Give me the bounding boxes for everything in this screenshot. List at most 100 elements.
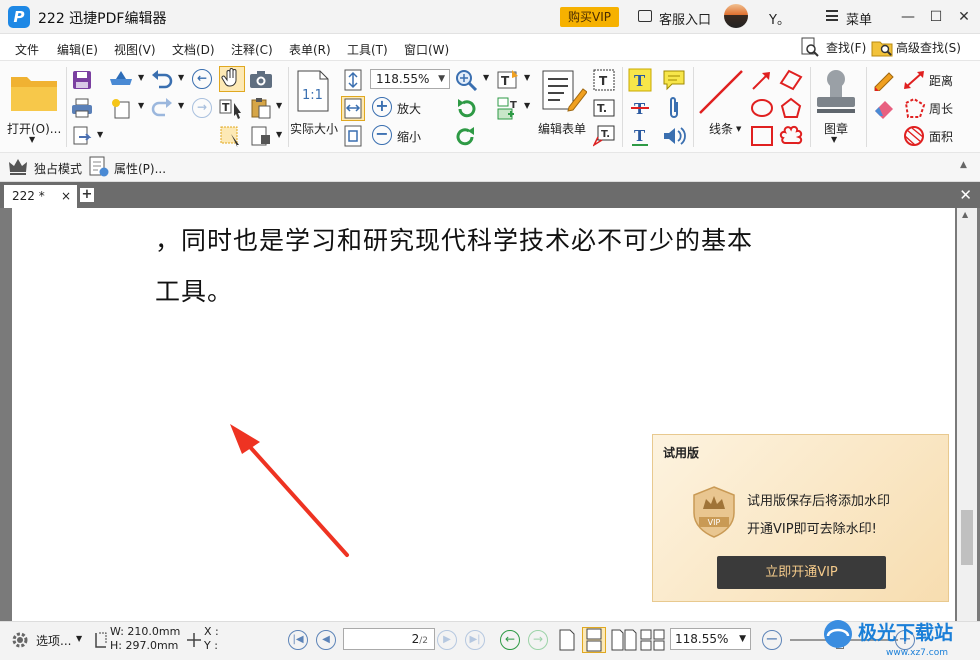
form-field-dropdown-icon[interactable]: ▼ (524, 101, 530, 110)
magnifier-icon[interactable] (455, 69, 479, 91)
cloud-dropdown-icon[interactable]: ▼ (138, 73, 144, 82)
menu-comment[interactable]: 注释(C) (231, 41, 273, 58)
print-icon[interactable] (71, 97, 93, 119)
zoom-select[interactable]: 118.55% ▼ (370, 69, 450, 89)
form-field-icon[interactable]: T (496, 96, 520, 122)
sticky-note-icon[interactable] (662, 69, 686, 91)
single-page-icon[interactable] (558, 629, 576, 651)
area-icon[interactable] (902, 125, 926, 147)
zoom-out-slider-icon[interactable]: − (762, 630, 782, 650)
select-text-icon[interactable]: T (219, 97, 245, 119)
zoom-in-icon[interactable]: + (372, 97, 392, 117)
line-dropdown-icon[interactable]: ▼ (736, 125, 741, 133)
tab-close-icon[interactable]: × (61, 185, 71, 208)
stamp-icon[interactable] (813, 67, 859, 115)
snapshot-icon[interactable] (249, 69, 273, 89)
redo-dropdown-icon[interactable]: ▼ (178, 101, 184, 110)
arrow-tool-icon[interactable] (751, 69, 773, 91)
perimeter-icon[interactable] (902, 97, 926, 119)
properties-icon[interactable] (88, 156, 110, 178)
actual-size-icon[interactable]: 1:1 (296, 69, 330, 113)
underline-text-icon[interactable]: T (629, 125, 651, 147)
buy-vip-button[interactable]: 购买VIP (560, 7, 619, 27)
options-button[interactable]: 选项... (36, 632, 71, 649)
new-dropdown-icon[interactable]: ▼ (138, 101, 144, 110)
status-zoom-select[interactable]: 118.55% ▼ (670, 628, 751, 650)
previous-page-icon[interactable]: ◀ (316, 630, 336, 650)
advanced-find-button[interactable]: 高级查找(S) (896, 39, 961, 56)
save-icon[interactable] (71, 69, 93, 91)
actual-size-button[interactable]: 实际大小 (290, 120, 338, 137)
export-icon[interactable] (71, 125, 93, 147)
hamburger-menu-icon[interactable] (826, 10, 838, 21)
chevron-up-icon[interactable]: ▲ (960, 160, 967, 170)
distance-icon[interactable] (902, 69, 926, 91)
undo-icon[interactable] (150, 69, 174, 91)
stamp-dropdown-icon[interactable]: ▼ (831, 135, 837, 144)
scroll-up-icon[interactable]: ▲ (962, 210, 968, 219)
find-button[interactable]: 查找(F) (826, 39, 866, 56)
close-all-tabs-icon[interactable]: ✕ (959, 186, 972, 204)
edit-form-icon[interactable] (541, 69, 587, 115)
rectangle-tool-icon[interactable] (750, 125, 774, 147)
menu-tools[interactable]: 工具(T) (347, 41, 388, 58)
attach-dropdown-icon[interactable]: ▼ (276, 130, 282, 139)
attachment-clip-icon[interactable] (666, 96, 682, 120)
line-tool-icon[interactable] (696, 67, 746, 117)
pencil-icon[interactable] (872, 69, 896, 91)
next-page-icon[interactable]: ▶ (437, 630, 457, 650)
close-window-button[interactable]: ✕ (953, 6, 975, 28)
text-field-icon[interactable]: T (496, 68, 520, 92)
open-dropdown-icon[interactable]: ▼ (29, 135, 35, 144)
polyline-tool-icon[interactable] (779, 69, 803, 91)
polygon-tool-icon[interactable] (779, 97, 803, 119)
redo-icon[interactable] (150, 97, 174, 119)
select-area-icon[interactable] (219, 125, 245, 147)
fit-page-icon[interactable] (343, 69, 363, 91)
vertical-scrollbar[interactable]: ▲ (957, 208, 977, 621)
forward-icon[interactable]: → (192, 98, 212, 118)
callout-icon[interactable]: T. (593, 125, 615, 147)
export-dropdown-icon[interactable]: ▼ (97, 130, 103, 139)
menu-file[interactable]: 文件 (15, 41, 39, 58)
edit-form-button[interactable]: 编辑表单 (538, 120, 586, 137)
activate-vip-button[interactable]: 立即开通VIP (717, 556, 886, 589)
ellipse-tool-icon[interactable] (750, 97, 774, 119)
advanced-find-icon[interactable] (871, 37, 893, 57)
user-name[interactable]: Y。 (769, 9, 790, 28)
page-number-input[interactable]: 2/2 (343, 628, 435, 650)
fit-visible-icon[interactable] (343, 125, 363, 147)
back-view-icon[interactable]: ← (500, 630, 520, 650)
properties-button[interactable]: 属性(P)... (114, 160, 166, 177)
menu-edit[interactable]: 编辑(E) (57, 41, 98, 58)
last-page-icon[interactable]: ▶| (465, 630, 485, 650)
cloud-icon[interactable] (108, 69, 134, 89)
eraser-icon[interactable] (872, 97, 896, 119)
line-tool-button[interactable]: 线条 (709, 120, 733, 137)
find-icon[interactable] (801, 37, 819, 57)
first-page-icon[interactable]: |◀ (288, 630, 308, 650)
minimize-button[interactable]: — (897, 6, 919, 28)
scrollbar-thumb[interactable] (961, 510, 973, 565)
zoom-out-button[interactable]: 缩小 (397, 128, 421, 145)
gear-icon[interactable] (10, 630, 30, 650)
undo-dropdown-icon[interactable]: ▼ (178, 73, 184, 82)
main-menu-button[interactable]: 菜单 (846, 9, 872, 28)
options-dropdown-icon[interactable]: ▼ (76, 634, 82, 643)
customer-service-link[interactable]: 客服入口 (659, 9, 711, 28)
cloud-tool-icon[interactable] (779, 125, 803, 147)
paste-icon[interactable] (250, 97, 272, 119)
add-tab-icon[interactable]: + (80, 188, 94, 202)
typewriter-icon[interactable]: T (593, 69, 615, 91)
distance-button[interactable]: 距离 (929, 72, 953, 89)
text-box-icon[interactable]: T. (593, 97, 615, 119)
file-attach-icon[interactable] (250, 125, 272, 147)
avatar[interactable] (724, 4, 748, 28)
maximize-button[interactable]: ☐ (925, 6, 947, 28)
magnifier-dropdown-icon[interactable]: ▼ (483, 73, 489, 82)
new-document-icon[interactable] (110, 97, 132, 119)
menu-window[interactable]: 窗口(W) (404, 41, 449, 58)
tab-222[interactable]: 222 * × (4, 185, 77, 208)
text-field-dropdown-icon[interactable]: ▼ (524, 73, 530, 82)
highlight-text-icon[interactable]: T (628, 68, 652, 92)
